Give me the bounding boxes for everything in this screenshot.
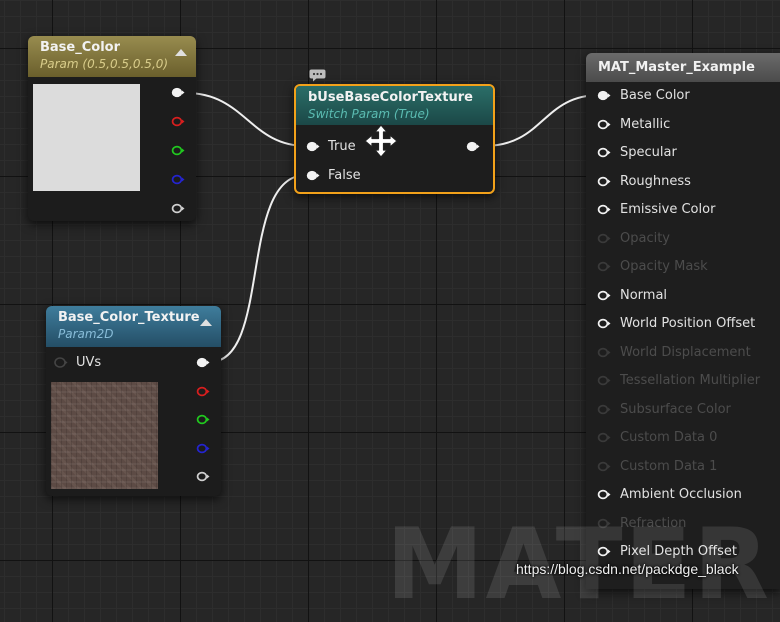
ambient-occlusion-input-pin-icon[interactable] [597, 489, 611, 500]
custom-data-1-input-pin-icon [597, 461, 611, 471]
true-input-pin-icon[interactable] [306, 141, 320, 152]
node-title: Base_Color_Texture [58, 310, 200, 325]
node-header[interactable]: MAT_Master_Example [586, 53, 780, 82]
roughness-input-label: Roughness [620, 173, 691, 189]
node-title: Base_Color [40, 40, 121, 55]
node-subtitle: Switch Param (True) [308, 107, 430, 121]
world-position-offset-input-pin-icon[interactable] [597, 318, 611, 329]
subsurface-color-input-pin-icon [597, 404, 611, 414]
opacity-mask-input-label: Opacity Mask [620, 259, 708, 274]
uvs-input-pin-icon[interactable] [54, 357, 68, 368]
world-position-offset-input-label: World Position Offset [620, 316, 756, 331]
emissive-color-input-label: Emissive Color [620, 202, 716, 217]
roughness-input-pin-icon[interactable] [597, 176, 611, 187]
texture-rgba-output-pin-icon[interactable] [196, 357, 210, 368]
texture-param-node[interactable]: Base_Color_Texture Param2D UVs [46, 306, 221, 496]
uvs-input-label: UVs [76, 355, 102, 370]
collapse-arrow-icon[interactable] [175, 49, 187, 56]
custom-data-0-input-pin-icon [597, 432, 611, 443]
rgba-output-pin-icon[interactable] [171, 87, 185, 98]
alpha-channel-pin-icon[interactable] [171, 203, 185, 214]
specular-input-label: Specular [620, 145, 677, 160]
collapse-arrow-icon[interactable] [200, 319, 212, 326]
metallic-input-label: Metallic [620, 116, 671, 132]
texture-preview-swatch [51, 382, 158, 489]
node-title: bUseBaseColorTexture [308, 90, 473, 105]
blog-url-watermark: https://blog.csdn.net/packdge_black [516, 561, 739, 577]
true-input-label: True [328, 139, 356, 154]
false-input-label: False [328, 168, 361, 183]
subsurface-color-input-label: Subsurface Color [620, 401, 731, 417]
wire-texture-to-false[interactable] [209, 174, 307, 363]
opacity-input-label: Opacity [620, 230, 671, 246]
node-title: MAT_Master_Example [598, 60, 755, 75]
custom-data-1-input-label: Custom Data 1 [620, 458, 718, 474]
texture-blue-channel-pin-icon[interactable] [196, 443, 210, 454]
emissive-color-input-pin-icon[interactable] [597, 204, 611, 215]
tessellation-multiplier-input-label: Tessellation Multiplier [620, 373, 761, 388]
world-displacement-input-label: World Displacement [620, 344, 751, 360]
normal-input-label: Normal [620, 287, 668, 303]
base-color-input-label: Base Color [620, 88, 690, 103]
green-channel-pin-icon[interactable] [171, 145, 185, 156]
metallic-input-pin-icon[interactable] [597, 119, 611, 130]
red-channel-pin-icon[interactable] [171, 116, 185, 127]
switch-output-pin-icon[interactable] [466, 141, 480, 152]
texture-red-channel-pin-icon[interactable] [196, 386, 210, 397]
wire-base-color-to-true[interactable] [185, 92, 307, 147]
move-cursor-icon [364, 124, 398, 158]
node-subtitle: Param (0.5,0.5,0.5,0) [40, 57, 169, 71]
wire-switch-to-base-color[interactable] [483, 94, 601, 147]
specular-input-pin-icon[interactable] [597, 147, 611, 158]
opacity-mask-input-pin-icon [597, 261, 611, 272]
texture-alpha-channel-pin-icon[interactable] [196, 471, 210, 482]
node-header[interactable]: Base_Color Param (0.5,0.5,0.5,0) [28, 36, 196, 77]
tessellation-multiplier-input-pin-icon [597, 375, 611, 386]
node-header[interactable]: bUseBaseColorTexture Switch Param (True) [296, 86, 493, 125]
base-color-param-node[interactable]: Base_Color Param (0.5,0.5,0.5,0) [28, 36, 196, 221]
normal-input-pin-icon[interactable] [597, 290, 611, 301]
world-displacement-input-pin-icon [597, 347, 611, 357]
blue-channel-pin-icon[interactable] [171, 174, 185, 185]
opacity-input-pin-icon [597, 233, 611, 243]
material-graph-canvas[interactable]: Base_Color Param (0.5,0.5,0.5,0) Base_Co… [0, 0, 780, 614]
ambient-occlusion-input-label: Ambient Occlusion [620, 487, 742, 502]
node-subtitle: Param2D [58, 327, 114, 341]
base-color-input-pin-icon[interactable] [597, 90, 611, 101]
custom-data-0-input-label: Custom Data 0 [620, 430, 718, 445]
comment-bubble-icon[interactable] [309, 69, 326, 82]
color-preview-swatch [33, 84, 140, 191]
false-input-pin-icon[interactable] [306, 170, 320, 181]
node-header[interactable]: Base_Color_Texture Param2D [46, 306, 221, 347]
texture-green-channel-pin-icon[interactable] [196, 414, 210, 425]
